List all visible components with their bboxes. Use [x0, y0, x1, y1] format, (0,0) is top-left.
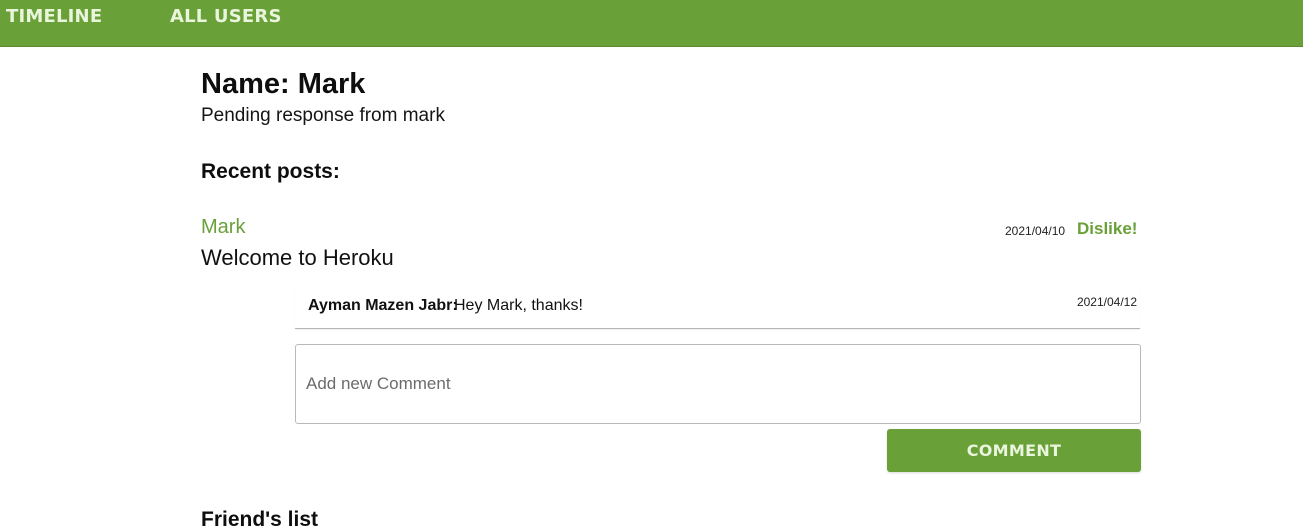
top-navbar: TIMELINE ALL USERS — [0, 0, 1303, 47]
post-content: Welcome to Heroku — [201, 245, 394, 270]
friendship-status-text: Pending response from mark — [201, 105, 445, 126]
nav-timeline-link[interactable]: TIMELINE — [6, 6, 102, 27]
comment-item: Ayman Mazen Jabr: Hey Mark, thanks! 2021… — [295, 286, 1140, 329]
nav-all-users-link[interactable]: ALL USERS — [170, 6, 282, 27]
dislike-button[interactable]: Dislike! — [1077, 219, 1137, 239]
recent-posts-heading: Recent posts: — [201, 160, 340, 183]
post-date: 2021/04/10 — [1005, 224, 1066, 238]
friends-list-heading: Friend's list — [201, 508, 319, 531]
comment-text: Hey Mark, thanks! — [454, 297, 583, 314]
comment-submit-button[interactable]: COMMENT — [887, 429, 1141, 472]
comment-author: Ayman Mazen Jabr: — [308, 297, 458, 314]
post-author-link[interactable]: Mark — [201, 216, 245, 239]
comment-date: 2021/04/12 — [1076, 295, 1137, 309]
new-comment-input[interactable] — [295, 344, 1141, 424]
profile-name-heading: Name: Mark — [201, 68, 366, 100]
